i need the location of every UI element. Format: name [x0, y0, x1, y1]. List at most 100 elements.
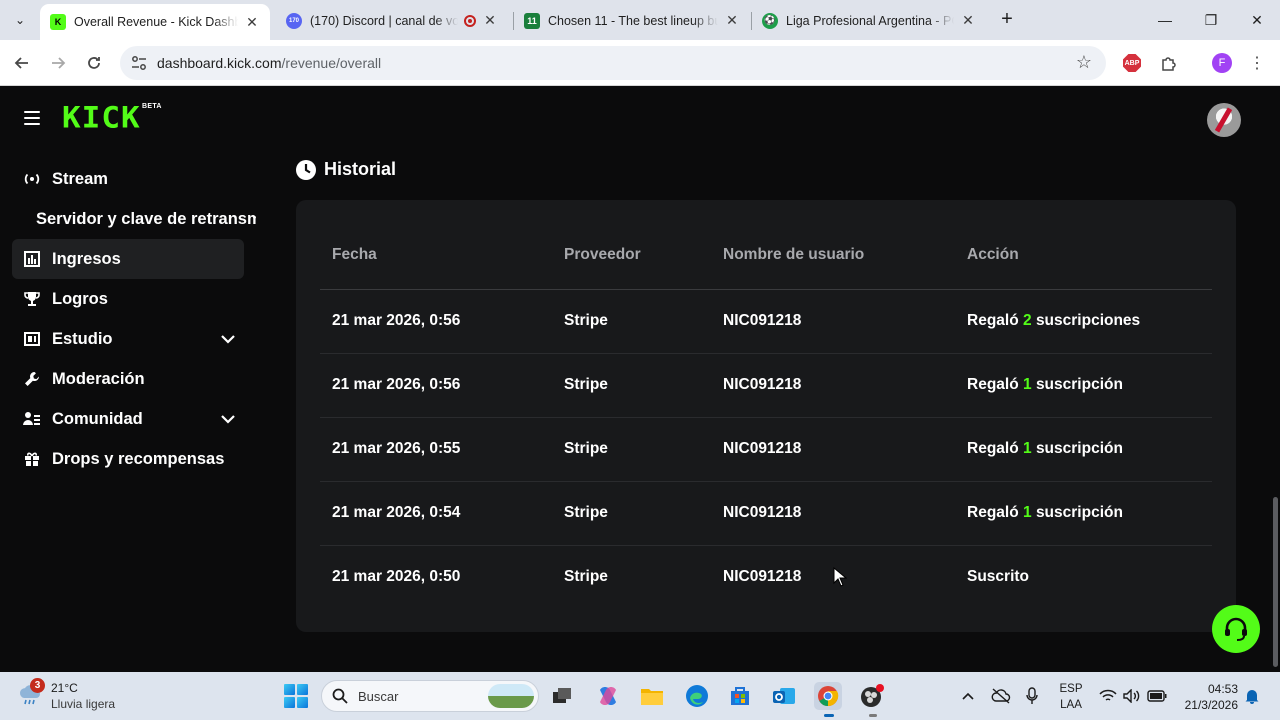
sidebar-item-stream[interactable]: Stream	[12, 159, 244, 199]
column-header-username[interactable]: Nombre de usuario	[723, 246, 864, 264]
outlook-icon[interactable]	[770, 682, 798, 710]
wifi-icon[interactable]	[1098, 686, 1118, 706]
support-chat-button[interactable]	[1212, 605, 1260, 653]
sidebar-item-stream-key[interactable]: Servidor y clave de retransmisión	[12, 199, 256, 239]
adblock-plus-icon[interactable]: ABP	[1121, 52, 1143, 74]
mouse-cursor-icon	[833, 567, 847, 587]
battery-icon[interactable]	[1146, 686, 1168, 706]
cell-provider: Stripe	[564, 312, 608, 329]
tab-liga-profesional[interactable]: ⚽ Liga Profesional Argentina - PC ✕	[752, 5, 986, 36]
keyboard-language[interactable]: ESP LAA	[1058, 681, 1084, 713]
browser-menu-icon[interactable]: ⋮	[1246, 52, 1268, 74]
cell-provider: Stripe	[564, 504, 608, 521]
sidebar-item-moderacion[interactable]: Moderación	[12, 359, 244, 399]
microphone-icon[interactable]	[1024, 686, 1040, 706]
table-row: 21 mar 2026, 0:50 Stripe NIC091218 Suscr…	[320, 546, 1212, 610]
close-tab-icon[interactable]: ✕	[960, 12, 976, 29]
bookmark-star-icon[interactable]: ☆	[1076, 52, 1092, 73]
page-scrollbar[interactable]	[1273, 497, 1278, 667]
tab-discord[interactable]: 170 (170) Discord | canal de voz ✕	[276, 5, 508, 36]
minimize-window-icon[interactable]: —	[1142, 0, 1188, 40]
new-tab-button[interactable]: +	[996, 9, 1018, 31]
headset-icon	[1225, 617, 1247, 641]
sidebar-item-label: Moderación	[52, 369, 145, 388]
sidebar-item-logros[interactable]: Logros	[12, 279, 244, 319]
task-view-icon[interactable]	[548, 682, 576, 710]
weather-alert-badge: 3	[30, 678, 45, 693]
column-header-provider[interactable]: Proveedor	[564, 246, 641, 264]
chevron-down-icon[interactable]	[220, 331, 236, 352]
cell-username: NIC091218	[723, 376, 802, 393]
column-header-action[interactable]: Acción	[967, 246, 1019, 264]
sidebar-item-label: Drops y recompensas	[52, 449, 225, 468]
cell-username: NIC091218	[723, 568, 802, 585]
trophy-icon	[12, 291, 52, 307]
table-row: 21 mar 2026, 0:56 Stripe NIC091218 Regal…	[320, 354, 1212, 418]
cell-action: Regaló 1 suscripción	[967, 376, 1123, 393]
close-tab-icon[interactable]: ✕	[244, 14, 260, 31]
studio-icon	[12, 332, 52, 346]
table-header: Fecha Proveedor Nombre de usuario Acción	[320, 224, 1212, 290]
taskbar-search[interactable]: Buscar	[321, 680, 539, 712]
cell-date: 21 mar 2026, 0:55	[332, 440, 461, 457]
restore-window-icon[interactable]: ❐	[1188, 0, 1234, 40]
microsoft-store-icon[interactable]	[726, 682, 754, 710]
windows-start-icon[interactable]	[284, 684, 308, 708]
forward-arrow-icon[interactable]	[46, 51, 70, 75]
back-arrow-icon[interactable]	[10, 51, 34, 75]
tab-title: Overall Revenue - Kick Dashboard	[74, 15, 238, 29]
cloud-offline-icon[interactable]	[990, 686, 1012, 706]
tab-kick-dashboard[interactable]: K Overall Revenue - Kick Dashboard ✕	[40, 4, 270, 40]
user-avatar[interactable]	[1207, 103, 1241, 137]
close-tab-icon[interactable]: ✕	[482, 12, 498, 29]
recording-indicator-icon	[464, 14, 476, 27]
sidebar-item-label: Logros	[52, 289, 108, 308]
taskbar: 3 21°C Lluvia ligera Buscar ESP LAA 04:5…	[0, 672, 1280, 720]
sidebar-item-ingresos[interactable]: Ingresos	[12, 239, 244, 279]
column-header-date[interactable]: Fecha	[332, 246, 377, 264]
notifications-bell-icon[interactable]	[1243, 686, 1261, 706]
volume-icon[interactable]	[1122, 686, 1142, 706]
hamburger-menu-icon[interactable]	[24, 111, 40, 125]
sidebar-item-estudio[interactable]: Estudio	[12, 319, 244, 359]
table-row: 21 mar 2026, 0:54 Stripe NIC091218 Regal…	[320, 482, 1212, 546]
cell-action: Regaló 2 suscripciones	[967, 312, 1141, 329]
cell-username: NIC091218	[723, 312, 802, 329]
wrench-icon	[12, 371, 52, 387]
cell-action: Suscrito	[967, 568, 1030, 585]
site-info-icon[interactable]	[130, 54, 148, 72]
tab-title: Chosen 11 - The best lineup builder	[548, 13, 718, 28]
table-row: 21 mar 2026, 0:55 Stripe NIC091218 Regal…	[320, 418, 1212, 482]
address-bar[interactable]: dashboard.kick.com/revenue/overall ☆	[120, 46, 1106, 80]
reload-icon[interactable]	[82, 51, 106, 75]
file-explorer-icon[interactable]	[638, 682, 666, 710]
show-hidden-icons-chevron-icon[interactable]	[960, 686, 976, 706]
cell-provider: Stripe	[564, 568, 608, 585]
tab-title: (170) Discord | canal de voz	[310, 13, 458, 28]
browser-toolbar: dashboard.kick.com/revenue/overall ☆ ABP…	[0, 40, 1280, 86]
obs-running-indicator	[869, 714, 877, 717]
close-window-icon[interactable]: ✕	[1234, 0, 1280, 40]
sidebar-item-label: Comunidad	[52, 409, 143, 428]
cell-provider: Stripe	[564, 376, 608, 393]
cell-username: NIC091218	[723, 440, 802, 457]
chevron-down-icon[interactable]	[220, 411, 236, 432]
close-tab-icon[interactable]: ✕	[724, 12, 740, 29]
tab-search-chevron-icon[interactable]: ⌄	[8, 8, 32, 32]
cell-username: NIC091218	[723, 504, 802, 521]
sidebar-item-comunidad[interactable]: Comunidad	[12, 399, 244, 439]
search-icon	[332, 688, 348, 704]
weather-description: Lluvia ligera	[51, 697, 116, 711]
edge-icon[interactable]	[683, 682, 711, 710]
broadcast-icon	[12, 172, 52, 186]
profile-avatar[interactable]: F	[1211, 52, 1233, 74]
copilot-icon[interactable]	[594, 682, 622, 710]
chart-icon	[12, 251, 52, 267]
sidebar-item-drops[interactable]: Drops y recompensas	[12, 439, 244, 479]
obs-studio-icon[interactable]	[858, 682, 886, 710]
kick-logo[interactable]: KICK	[62, 103, 141, 133]
chrome-icon[interactable]	[814, 682, 842, 710]
extensions-puzzle-icon[interactable]	[1158, 52, 1180, 74]
system-clock[interactable]: 04:53 21/3/2026	[1180, 681, 1238, 713]
tab-chosen11[interactable]: 11 Chosen 11 - The best lineup builder ✕	[514, 5, 750, 36]
